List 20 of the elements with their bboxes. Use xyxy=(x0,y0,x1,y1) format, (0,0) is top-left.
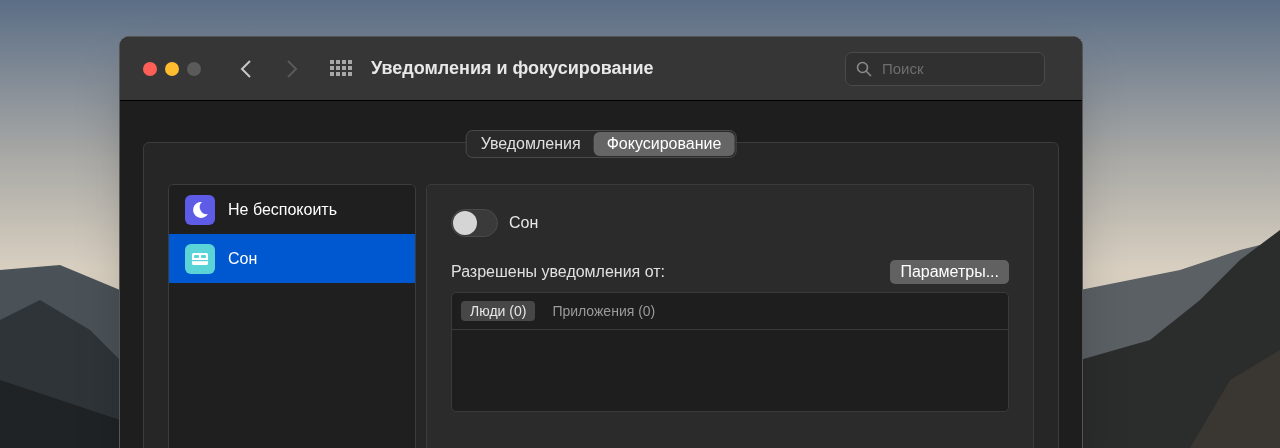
tab[interactable]: Уведомления xyxy=(467,132,594,156)
list-tab[interactable]: Люди (0) xyxy=(461,301,536,321)
toggle-label: Сон xyxy=(509,213,539,233)
sidebar-item[interactable]: Не беспокоить xyxy=(169,185,415,234)
chevron-left-icon xyxy=(240,58,252,79)
minimize-icon[interactable] xyxy=(165,61,179,76)
moon-icon xyxy=(185,194,215,225)
list-tab[interactable]: Приложения (0) xyxy=(543,301,665,321)
zoom-icon xyxy=(187,61,201,76)
close-icon[interactable] xyxy=(143,61,157,76)
search-icon xyxy=(856,60,872,77)
options-button[interactable]: Параметры... xyxy=(890,260,1009,284)
allowed-label: Разрешены уведомления от: xyxy=(451,262,666,282)
grid-icon[interactable] xyxy=(330,59,352,78)
window-title: Уведомления и фокусирование xyxy=(371,57,654,80)
search-field[interactable]: Поиск xyxy=(845,51,1045,86)
toggle-switch[interactable] xyxy=(451,209,498,237)
chevron-right-icon xyxy=(286,58,298,79)
tab[interactable]: Фокусирование xyxy=(593,132,735,156)
sidebar-item[interactable]: Сон xyxy=(169,234,415,283)
